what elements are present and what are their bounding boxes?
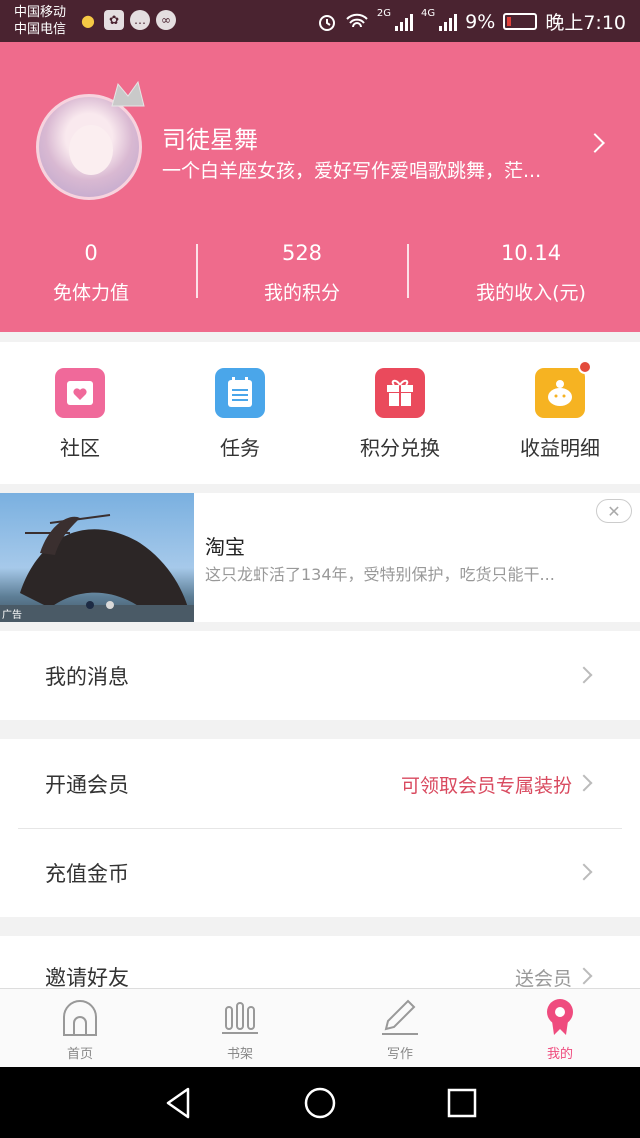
chevron-right-icon — [575, 774, 593, 792]
quick-actions: 社区 任务 积分兑换 收益明细 — [0, 342, 640, 484]
ad-close-button[interactable]: ✕ — [596, 499, 632, 523]
bottom-nav: 首页 书架 写作 我的 — [0, 988, 640, 1067]
stat-divider — [196, 244, 198, 298]
ad-banner[interactable]: 广告 淘宝 这只龙虾活了134年，受特别保护，吃货只能干... — [0, 493, 640, 622]
crown-icon — [111, 80, 145, 107]
ad-title: 淘宝 — [205, 535, 245, 559]
tab-label: 写作 — [386, 1047, 413, 1062]
row-value: 送会员 — [514, 968, 572, 988]
tab-label: 首页 — [66, 1047, 93, 1062]
action-community[interactable]: 社区 — [0, 368, 160, 461]
community-icon — [55, 368, 105, 418]
tab-writing[interactable]: 写作 — [320, 989, 480, 1068]
ad-tag: 广告 — [2, 610, 22, 621]
task-icon — [215, 368, 265, 418]
stat-income[interactable]: 10.14 我的收入(元) — [420, 238, 640, 308]
bookshelf-icon — [220, 997, 260, 1037]
profile-stats: 0 免体力值 528 我的积分 10.14 我的收入(元) — [0, 238, 640, 308]
chevron-right-icon — [575, 863, 593, 881]
signal-icon — [395, 13, 414, 31]
section-membership: 开通会员 可领取会员专属装扮 充值金币 — [0, 739, 640, 917]
chevron-right-icon — [575, 666, 593, 684]
stat-label: 我的积分 — [263, 282, 340, 304]
stat-value: 0 — [84, 241, 98, 265]
row-recharge[interactable]: 充值金币 — [0, 828, 640, 917]
status-right: 2G 4G 9% 晚上7:10 — [317, 8, 626, 35]
row-messages[interactable]: 我的消息 — [0, 631, 640, 720]
action-label: 收益明细 — [520, 436, 600, 460]
action-label: 任务 — [220, 436, 260, 460]
battery-percent: 9% — [465, 10, 496, 33]
tab-home[interactable]: 首页 — [0, 989, 160, 1068]
row-vip[interactable]: 开通会员 可领取会员专属装扮 — [0, 739, 640, 829]
wifi-icon — [346, 13, 368, 27]
row-label: 我的消息 — [45, 665, 129, 689]
tab-bookshelf[interactable]: 书架 — [160, 989, 320, 1068]
stat-divider — [407, 244, 409, 298]
piggy-bank-icon — [535, 360, 592, 418]
carrier-labels: 中国移动 中国电信 — [14, 4, 66, 38]
chevron-right-icon[interactable] — [585, 133, 605, 153]
stat-value: 528 — [281, 241, 323, 265]
notification-dot — [578, 360, 592, 374]
network-type-2g: 2G — [376, 8, 392, 19]
section-messages: 我的消息 — [0, 631, 640, 720]
baidu-icon: ✿ — [104, 10, 124, 30]
stat-label: 我的收入(元) — [476, 282, 586, 304]
carrier-2: 中国电信 — [14, 22, 67, 37]
bulb-icon: ● — [81, 10, 95, 30]
profile-icon — [540, 997, 580, 1037]
battery-icon — [503, 13, 538, 30]
system-nav-bar — [0, 1067, 640, 1138]
stat-value: 10.14 — [500, 241, 562, 265]
profile-bio: 一个白羊座女孩，爱好写作爱唱歌跳舞，茫... — [162, 160, 542, 182]
alarm-icon — [318, 14, 335, 31]
row-value: 可领取会员专属装扮 — [400, 775, 572, 797]
back-icon[interactable] — [160, 1085, 196, 1121]
gift-icon — [375, 368, 425, 418]
notification-icons: ● ✿ … ∞ — [78, 10, 176, 30]
row-invite[interactable]: 邀请好友 送会员 — [0, 936, 640, 988]
carrier-1: 中国移动 — [14, 5, 67, 20]
chat-icon: … — [130, 10, 150, 30]
pen-icon — [380, 997, 420, 1037]
chevron-right-icon — [575, 967, 593, 985]
profile-nickname: 司徒星舞 — [162, 126, 258, 154]
action-label: 积分兑换 — [360, 436, 440, 460]
recents-icon[interactable] — [444, 1085, 480, 1121]
tab-label: 我的 — [546, 1047, 573, 1062]
action-label: 社区 — [60, 436, 100, 460]
wechat-icon: ∞ — [156, 10, 176, 30]
status-bar: 中国移动 中国电信 ● ✿ … ∞ 2G 4G 9% 晚上7:10 — [0, 0, 640, 42]
network-type-4g: 4G — [421, 8, 436, 19]
row-label: 开通会员 — [45, 773, 129, 797]
stat-label: 免体力值 — [52, 282, 129, 304]
action-points-exchange[interactable]: 积分兑换 — [320, 368, 480, 461]
row-label: 邀请好友 — [45, 966, 129, 988]
tab-label: 书架 — [226, 1047, 253, 1062]
tab-mine[interactable]: 我的 — [480, 989, 640, 1068]
signal-icon-2 — [439, 13, 458, 31]
clock: 晚上7:10 — [545, 12, 626, 34]
section-invite: 邀请好友 送会员 — [0, 936, 640, 988]
avatar-face — [69, 125, 113, 175]
ad-description: 这只龙虾活了134年，受特别保护，吃货只能干... — [205, 565, 555, 584]
ad-image[interactable]: 广告 — [0, 493, 194, 622]
row-label: 充值金币 — [45, 862, 129, 886]
home-icon — [60, 997, 100, 1037]
action-earnings[interactable]: 收益明细 — [480, 360, 640, 461]
action-task[interactable]: 任务 — [160, 368, 320, 461]
home-button-icon[interactable] — [302, 1085, 338, 1121]
profile-header[interactable]: 司徒星舞 一个白羊座女孩，爱好写作爱唱歌跳舞，茫... 0 免体力值 528 我… — [0, 42, 640, 332]
stat-stamina[interactable]: 0 免体力值 — [0, 238, 182, 308]
stat-points[interactable]: 528 我的积分 — [210, 238, 394, 308]
